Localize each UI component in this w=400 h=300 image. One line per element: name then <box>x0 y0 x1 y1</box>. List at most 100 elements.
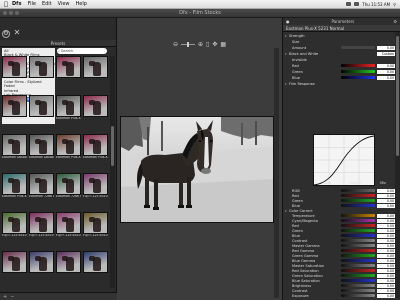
parameter-slider[interactable] <box>341 189 375 192</box>
parameter-slider[interactable] <box>341 294 375 297</box>
parameter-slider[interactable] <box>341 284 375 287</box>
parameter-row[interactable]: Green 0.00 <box>285 69 395 74</box>
preset-thumbnail[interactable] <box>29 95 54 125</box>
parameter-row[interactable]: Exposure 0.00 <box>285 293 395 298</box>
parameter-slider[interactable] <box>341 46 375 49</box>
parameter-slider[interactable] <box>341 274 375 277</box>
preset-thumbnail[interactable]: Eastman Plus-X 5231 Normal <box>2 173 27 203</box>
parameter-value-field[interactable]: 0.00 <box>377 293 395 298</box>
preset-thumbnail[interactable] <box>29 56 54 86</box>
parameter-row[interactable]: Blue 0.00 <box>285 75 395 80</box>
hand-tool-icon[interactable]: ✥ <box>212 41 217 48</box>
preset-thumbnail[interactable] <box>83 95 108 125</box>
split-view-icon[interactable]: ▯ <box>206 41 209 48</box>
parameter-slider[interactable] <box>341 64 375 67</box>
preset-thumbnail[interactable] <box>2 56 27 86</box>
preset-thumbnail[interactable] <box>56 56 81 86</box>
close-icon[interactable]: ✕ <box>13 29 21 38</box>
battery-icon[interactable] <box>346 2 352 6</box>
parameter-slider[interactable] <box>341 259 375 262</box>
parameter-slider[interactable] <box>341 229 375 232</box>
minimize-window-button[interactable] <box>9 11 13 15</box>
add-preset-icon[interactable]: + <box>3 294 7 300</box>
parameter-slider[interactable] <box>341 224 375 227</box>
parameter-value-field[interactable]: 0.00 <box>377 75 395 80</box>
parameter-value-field[interactable]: 0.00 <box>377 45 395 50</box>
preset-thumbnail[interactable]: Eastman 7266 Contrast <box>56 173 81 203</box>
parameter-slider[interactable] <box>341 254 375 257</box>
preset-thumbnail[interactable] <box>83 251 108 281</box>
preset-thumbnail[interactable]: Fuji F-125 8510 Normal <box>2 212 27 242</box>
parameter-slider[interactable] <box>341 264 375 267</box>
parameter-slider[interactable] <box>341 70 375 73</box>
parameter-slider[interactable] <box>341 194 375 197</box>
preset-thumbnail[interactable]: Fuji F-125 8510 Soft <box>29 212 54 242</box>
preset-search-input[interactable]: ⌕ Search <box>57 48 107 54</box>
parameter-value-field[interactable]: 0.00 <box>377 228 395 233</box>
parameter-row[interactable]: Amount 0.00 <box>285 45 395 50</box>
parameters-menu-icon[interactable]: ⚙ <box>393 19 397 24</box>
presets-scroll-thumb[interactable] <box>111 126 114 166</box>
preset-thumbnail[interactable]: Eastman Double-X 5222 Normal <box>2 134 27 164</box>
parameters-scrollbar[interactable] <box>395 32 400 298</box>
parameter-value-field[interactable]: Custom <box>377 51 395 56</box>
parameter-value-field[interactable]: 0.00 <box>377 69 395 74</box>
image-scrollbar[interactable] <box>274 48 279 298</box>
parameter-value-field[interactable]: 0.00 <box>377 63 395 68</box>
parameter-slider[interactable] <box>341 214 375 217</box>
parameter-row[interactable]: ▾ Black and White Custom <box>285 51 395 56</box>
parameter-value-field[interactable]: 0.00 <box>377 288 395 293</box>
preset-thumbnail[interactable]: Eastman Plus-X 5231 Contrast <box>56 95 81 125</box>
parameter-value-field[interactable]: 0.00 <box>377 218 395 223</box>
parameter-value-field[interactable]: 0.00 <box>377 213 395 218</box>
menu-view[interactable]: View <box>58 1 70 7</box>
parameter-value-field[interactable]: 0.00 <box>377 233 395 238</box>
parameter-value-field[interactable]: 0.00 <box>377 283 395 288</box>
preset-thumbnail[interactable]: Eastman 7266 Normal <box>29 173 54 203</box>
close-window-button[interactable] <box>3 11 7 15</box>
parameter-slider[interactable] <box>341 279 375 282</box>
parameters-scroll-thumb[interactable] <box>396 36 399 156</box>
parameter-value-field[interactable]: 0.00 <box>377 263 395 268</box>
parameter-slider[interactable] <box>341 269 375 272</box>
presets-scrollbar[interactable] <box>110 56 115 288</box>
parameter-row[interactable]: Size <box>285 39 395 44</box>
parameter-row[interactable]: ▾ Strength <box>285 33 395 38</box>
parameter-value-field[interactable]: 0.00 <box>377 193 395 198</box>
grid-view-icon[interactable]: ▦ <box>220 41 226 48</box>
parameter-row[interactable]: ▾ Film Response <box>285 81 395 86</box>
parameter-value-field[interactable]: 0.00 <box>377 248 395 253</box>
parameter-value-field[interactable]: 0.00 <box>377 278 395 283</box>
zoom-window-button[interactable] <box>15 11 19 15</box>
spotlight-icon[interactable]: ⚲ <box>393 2 396 7</box>
parameter-value-field[interactable]: 0.00 <box>377 273 395 278</box>
zoom-in-icon[interactable]: ⊕ <box>198 41 203 48</box>
preview-image[interactable] <box>120 116 274 223</box>
preset-thumbnail[interactable] <box>83 56 108 86</box>
preset-thumbnail[interactable]: Fuji F-125 8510 Cool <box>83 212 108 242</box>
menu-edit[interactable]: Edit <box>42 1 52 7</box>
preset-thumbnail[interactable]: Fuji F-125 8510 Contrast <box>83 173 108 203</box>
parameter-value-field[interactable]: 0.00 <box>377 203 395 208</box>
parameter-value-field[interactable]: 0.00 <box>377 243 395 248</box>
preset-thumbnail[interactable]: Eastman Double-X 5222 Contrast <box>29 134 54 164</box>
wifi-icon[interactable] <box>354 2 360 6</box>
parameter-slider[interactable] <box>341 204 375 207</box>
parameter-value-field[interactable]: 0.00 <box>377 258 395 263</box>
film-response-curve[interactable] <box>313 134 375 186</box>
parameter-slider[interactable] <box>341 289 375 292</box>
zoom-slider[interactable] <box>180 41 195 47</box>
parameter-slider[interactable] <box>341 219 375 222</box>
menu-file[interactable]: File <box>28 1 36 7</box>
parameter-slider[interactable] <box>341 76 375 79</box>
parameter-slider[interactable] <box>341 199 375 202</box>
parameters-info-icon[interactable]: ● <box>286 19 290 24</box>
preset-thumbnail[interactable]: Eastman Plus-X 5231 Normal <box>2 95 27 125</box>
preset-thumbnail[interactable] <box>2 251 27 281</box>
preset-thumbnail[interactable] <box>29 251 54 281</box>
parameter-row[interactable]: Red 0.00 <box>285 63 395 68</box>
parameter-value-field[interactable]: 0.00 <box>377 188 395 193</box>
parameter-value-field[interactable]: 0.00 <box>377 198 395 203</box>
parameter-value-field[interactable]: 0.00 <box>377 223 395 228</box>
preset-thumbnail[interactable]: Eastman Plus-X 5231 Soft <box>56 134 81 164</box>
